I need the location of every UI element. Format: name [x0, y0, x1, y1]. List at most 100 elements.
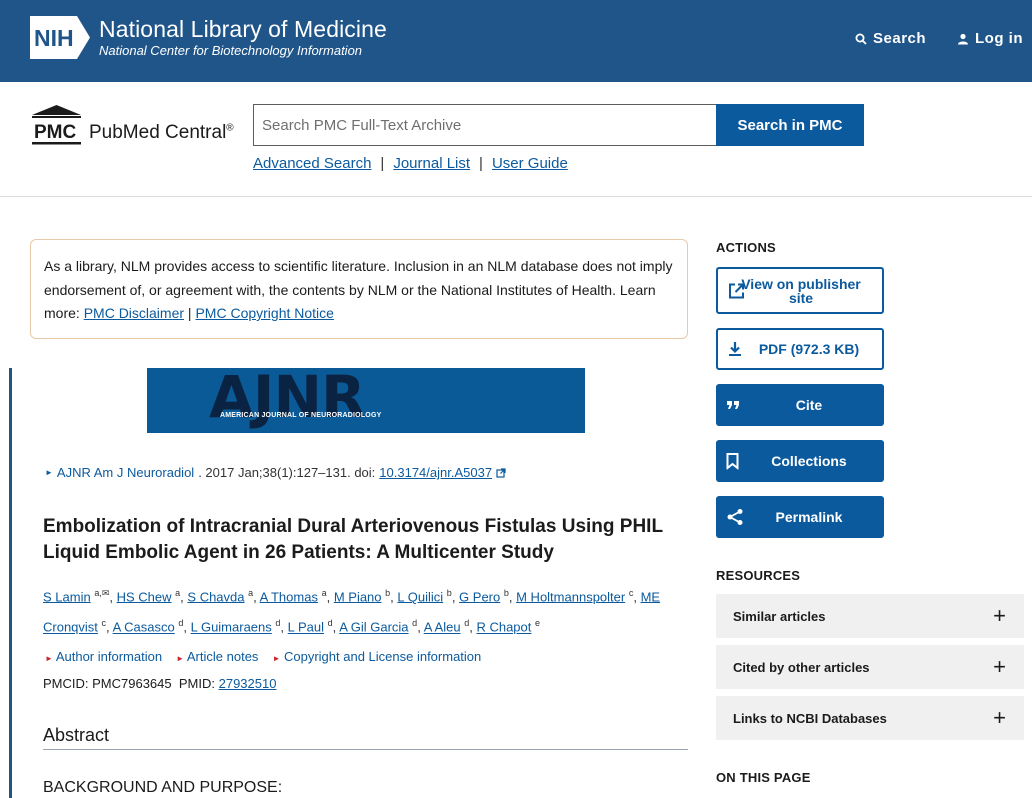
journal-list-link[interactable]: Journal List: [393, 155, 470, 172]
accordion-label: Links to NCBI Databases: [733, 710, 887, 726]
author-link[interactable]: L Quilici: [397, 589, 443, 604]
article-ids: PMCID: PMC7963645 PMID: 27932510: [43, 676, 276, 691]
expand-triangle-icon: ►: [45, 654, 53, 663]
plus-icon: +: [993, 705, 1006, 730]
permalink-button[interactable]: Permalink: [716, 496, 884, 538]
author-affiliation: d: [412, 618, 418, 629]
user-icon: [958, 33, 968, 44]
author-link[interactable]: A Thomas: [260, 589, 318, 604]
disclaimer-separator: |: [187, 305, 192, 321]
on-this-page-heading: ON THIS PAGE: [716, 770, 811, 785]
expand-triangle-icon: ►: [45, 468, 53, 477]
user-guide-link[interactable]: User Guide: [492, 155, 568, 172]
article-title: Embolization of Intracranial Dural Arter…: [43, 516, 663, 563]
citation-details: . 2017 Jan;38(1):127–131. doi:: [198, 465, 376, 480]
bookmark-icon: [726, 453, 739, 470]
pmc-sub-links: Advanced Search | Journal List | User Gu…: [253, 155, 568, 172]
download-icon: [729, 342, 741, 356]
nih-header: NIH National Library of Medicine Nationa…: [0, 0, 1032, 82]
link-separator: |: [479, 155, 483, 172]
author-affiliation: b: [446, 588, 452, 598]
org-name: National Library of Medicine: [99, 16, 387, 42]
cite-button[interactable]: Cite: [716, 384, 884, 426]
ncbi-links-accordion[interactable]: Links to NCBI Databases +: [716, 696, 1024, 740]
header-divider: [0, 196, 1032, 197]
view-publisher-button[interactable]: View on publisher site: [716, 267, 884, 314]
disclaimer-text: As a library, NLM provides access to sci…: [44, 258, 673, 298]
pmc-mark: PMC: [34, 122, 77, 143]
abstract-heading: Abstract: [43, 725, 110, 745]
journal-banner-subtitle: AMERICAN JOURNAL OF NEURORADIOLOGY: [220, 412, 382, 419]
article-notes-toggle[interactable]: ► Article notes: [176, 649, 258, 664]
pmid-link[interactable]: 27932510: [219, 676, 277, 691]
copyright-info-toggle[interactable]: ► Copyright and License information: [272, 649, 481, 664]
author-affiliation: c: [101, 618, 107, 629]
nih-badge-icon: NIH: [30, 16, 90, 59]
author-affiliation: a: [248, 588, 254, 598]
actions-heading: ACTIONS: [716, 240, 776, 255]
cited-by-accordion[interactable]: Cited by other articles +: [716, 645, 1024, 689]
pdf-label: PDF (972.3 KB): [758, 341, 860, 357]
article-left-rule: [9, 368, 12, 798]
author-link[interactable]: A Aleu: [424, 620, 461, 635]
pmc-logo[interactable]: PMC PubMed Central®: [29, 104, 234, 146]
author-link[interactable]: M Holtmannspolter: [516, 589, 625, 604]
citation-line: ► AJNR Am J Neuroradiol . 2017 Jan;38(1)…: [45, 465, 506, 480]
cite-label: Cite: [795, 397, 823, 413]
collections-label: Collections: [771, 453, 847, 469]
doi-link[interactable]: 10.3174/ajnr.A5037: [379, 465, 492, 480]
author-list: S Lamin a,✉, HS Chew a, S Chavda a, A Th…: [43, 588, 661, 635]
collections-button[interactable]: Collections: [716, 440, 884, 482]
share-icon: [727, 509, 743, 525]
author-link[interactable]: A Gil Garcia: [339, 620, 408, 635]
author-affiliation: b: [503, 588, 509, 598]
author-affiliation: d: [327, 618, 333, 629]
expand-triangle-icon: ►: [176, 654, 184, 663]
pdf-download-button[interactable]: PDF (972.3 KB): [716, 328, 884, 370]
plus-icon: +: [993, 603, 1006, 628]
author-affiliation: a: [321, 588, 327, 598]
author-link[interactable]: A Casasco: [113, 620, 175, 635]
quote-icon: [727, 401, 739, 409]
nlm-logo[interactable]: NIH National Library of Medicine Nationa…: [29, 15, 387, 60]
journal-link[interactable]: AJNR Am J Neuroradiol: [57, 465, 194, 480]
expand-triangle-icon: ►: [272, 654, 281, 663]
pmc-copyright-link[interactable]: PMC Copyright Notice: [195, 305, 334, 321]
author-link[interactable]: G Pero: [459, 589, 500, 604]
author-link[interactable]: L Guimaraens: [191, 620, 272, 635]
pmc-building-icon: PMC: [32, 105, 81, 145]
author-affiliation: c: [628, 588, 634, 598]
author-link[interactable]: S Lamin: [43, 589, 91, 604]
journal-banner[interactable]: AJNR AMERICAN JOURNAL OF NEURORADIOLOGY: [147, 368, 585, 433]
pmc-search-input[interactable]: [253, 104, 717, 146]
svg-text:NIH: NIH: [34, 25, 74, 51]
background-heading: BACKGROUND AND PURPOSE:: [43, 779, 283, 796]
header-login-label: Log in: [975, 30, 1023, 47]
author-affiliation: d: [464, 618, 470, 629]
author-affiliation: b: [385, 588, 391, 598]
author-information-toggle[interactable]: ► Author information: [45, 649, 162, 664]
author-link[interactable]: R Chapot: [476, 620, 531, 635]
external-link-icon: [729, 283, 744, 298]
pmc-disclaimer-link[interactable]: PMC Disclaimer: [84, 305, 184, 321]
pmc-name: PubMed Central®: [89, 122, 234, 143]
advanced-search-link[interactable]: Advanced Search: [253, 155, 371, 172]
external-link-icon: [496, 467, 506, 478]
header-search-button[interactable]: Search: [855, 30, 926, 47]
search-in-pmc-button[interactable]: Search in PMC: [716, 104, 864, 146]
header-login-button[interactable]: Log in: [957, 30, 1023, 47]
author-affiliation: a: [175, 588, 181, 598]
author-affiliation: a,✉: [94, 588, 110, 598]
accordion-label: Cited by other articles: [733, 659, 870, 675]
similar-articles-accordion[interactable]: Similar articles +: [716, 594, 1024, 638]
accordion-label: Similar articles: [733, 608, 826, 624]
author-link[interactable]: HS Chew: [117, 589, 172, 604]
article-info-links: ► Author information ► Article notes ► C…: [45, 649, 481, 664]
nlm-disclaimer: As a library, NLM provides access to sci…: [30, 239, 688, 339]
author-link[interactable]: M Piano: [334, 589, 382, 604]
author-affiliation: e: [535, 618, 541, 629]
org-subtitle: National Center for Biotechnology Inform…: [99, 43, 363, 58]
author-link[interactable]: S Chavda: [187, 589, 244, 604]
link-separator: |: [380, 155, 385, 172]
author-link[interactable]: L Paul: [288, 620, 324, 635]
